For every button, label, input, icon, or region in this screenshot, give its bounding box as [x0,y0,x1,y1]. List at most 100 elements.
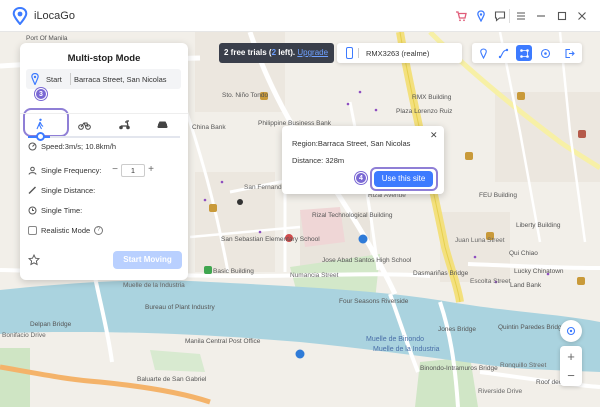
step-badge-4: 4 [355,172,367,184]
trial-suffix: left). [276,48,298,57]
start-location-field[interactable]: Start Barraca Street, San Nicolas [26,69,181,89]
upgrade-link[interactable]: Upgrade [297,48,328,57]
map-label: Port Of Manila [26,35,68,42]
step-badge-3: 3 [35,88,47,100]
device-selector[interactable]: RMX3263 (realme) [337,43,462,63]
walk-icon[interactable] [32,117,48,131]
close-icon[interactable] [573,7,591,25]
single-frequency-label: Single Frequency: [41,166,102,175]
popup-region: Region:Barraca Street, San Nicolas [292,139,411,148]
exit-icon[interactable] [561,45,577,61]
map-label: Escolta Street [470,278,511,285]
map-label: Bureau of Plant Industry [145,304,215,311]
device-name: RMX3263 (realme) [366,49,430,58]
use-this-site-button[interactable]: Use this site [374,171,433,187]
single-time-row: Single Time: [28,206,82,215]
popup-close-icon[interactable]: ✕ [430,130,438,141]
map-label: Quintin Paredes Bridge [498,324,566,331]
poi-marker [577,277,585,285]
panel-title: Multi-stop Mode [67,53,141,64]
app-logo-icon [12,7,28,25]
frequency-stepper[interactable]: − 1 + [109,163,169,177]
map-label: Lucky Chinatown [514,268,564,275]
realistic-mode-label: Realistic Mode [41,226,91,235]
decrement-button[interactable]: − [109,164,121,176]
speed-slider-track[interactable] [28,136,180,138]
start-value: Barraca Street, San Nicolas [74,75,167,84]
single-time-label: Single Time: [41,206,83,215]
increment-button[interactable]: + [145,164,157,176]
app-name: iLocaGo [34,10,75,22]
map-label: Jones Bridge [438,326,476,333]
start-divider [70,73,71,85]
device-divider [358,48,359,58]
start-moving-button[interactable]: Start Moving [113,251,182,269]
zoom-in-button[interactable]: + [560,350,582,364]
single-frequency-row: Single Frequency: [28,166,101,175]
scooter-icon[interactable] [116,117,132,131]
favorite-star-icon[interactable] [28,254,40,266]
speed-icon [28,142,37,151]
map-label: Muelle de Binondo [366,336,424,343]
map-label: Sto. Niño Tondo [222,92,269,99]
map-label: China Bank [192,124,226,131]
poi-marker [465,152,473,160]
chat-icon[interactable] [491,7,509,25]
map-label: Qui Chiao [509,250,538,257]
minimize-icon[interactable] [532,7,550,25]
phone-icon [346,47,353,59]
realistic-mode-row: Realistic Mode ? [28,226,104,235]
map-label: Numancia Street [290,272,339,279]
frequency-icon [28,166,37,175]
zoom-out-button[interactable]: − [560,369,582,383]
map-label: RMX Building [412,94,452,101]
map-label: Juan Luna Street [455,237,505,244]
map-label: Dasmariñas Bridge [413,270,469,277]
crosshair-icon [566,326,576,336]
info-icon[interactable]: ? [94,226,104,235]
map-label: Liberty Building [516,222,561,229]
single-distance-label: Single Distance: [41,186,96,195]
pin-icon[interactable] [472,7,490,25]
bike-icon[interactable] [76,117,92,131]
map-toolbar [472,43,582,63]
popup-distance: Distance: 328m [292,156,345,165]
trial-banner: 2 free trials (2 left). Upgrade [219,43,334,63]
cart-icon[interactable] [452,7,470,25]
panel-separator [20,113,188,114]
map-label: Muelle de la Industria [373,346,440,353]
title-separator [509,9,510,23]
multi-spot-icon[interactable] [516,45,532,61]
multi-stop-panel: Multi-stop Mode Start Barraca Street, Sa… [20,43,188,280]
clock-icon [28,206,37,215]
locate-button[interactable] [560,320,582,342]
menu-icon[interactable] [512,7,530,25]
speed-slider-handle[interactable] [36,132,45,141]
teleport-icon[interactable] [475,45,491,61]
location-pin-icon [31,73,39,85]
map-label: Baluarte de San Gabriel [137,376,207,383]
map-label: Delpan Bridge [30,321,72,328]
map-label: Rizal Technological Building [312,212,393,219]
map-label: Basic Building [213,268,254,275]
car-icon[interactable] [154,117,170,131]
map-label: Riverside Drive [478,388,523,395]
two-spot-icon[interactable] [495,45,511,61]
speed-row: Speed:3m/s; 10.8km/h [28,142,116,151]
poi-marker [209,204,217,212]
map-label: Muelle de la Industria [123,282,185,289]
map-label: FEU Building [479,192,517,199]
poi-marker [578,130,586,138]
poi-marker [204,266,212,274]
start-label: Start [46,75,62,84]
joystick-icon[interactable] [537,45,553,61]
map-label: Plaza Lorenzo Ruiz [396,108,453,115]
poi-marker [517,92,525,100]
ruler-icon [28,186,36,194]
maximize-icon[interactable] [553,7,571,25]
app-window: iLocaGo Port Of Manila China Bank Philip… [0,0,600,407]
realistic-mode-checkbox[interactable] [28,226,37,235]
frequency-value[interactable]: 1 [121,163,145,177]
single-distance-row: Single Distance: [28,186,95,195]
trial-prefix: 2 free trials ( [224,48,272,57]
